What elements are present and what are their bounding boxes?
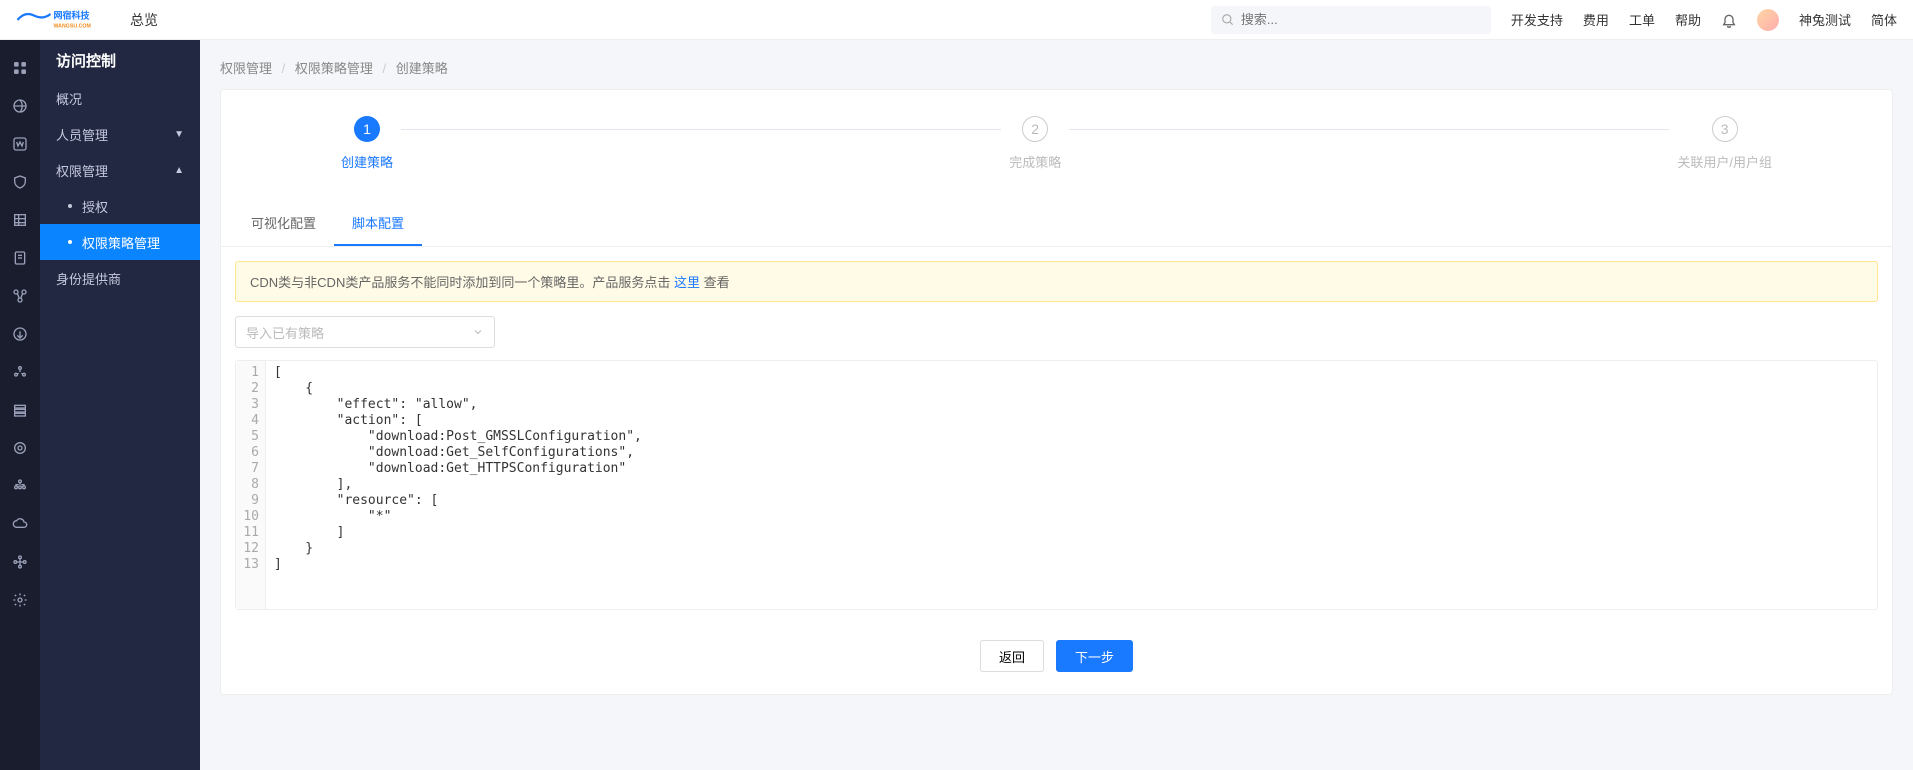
breadcrumb-sep: /	[383, 61, 387, 76]
rail-icon-doc[interactable]	[0, 240, 40, 276]
tab-script[interactable]: 脚本配置	[334, 201, 422, 246]
step-line	[1069, 129, 1669, 130]
step-circle: 2	[1022, 116, 1048, 142]
brand-text-main: 网宿科技	[54, 9, 91, 20]
sidebar-item-label: 授权	[82, 197, 108, 216]
caret-down-icon: ▼	[174, 129, 184, 140]
step-circle: 3	[1712, 116, 1738, 142]
select-placeholder: 导入已有策略	[246, 323, 324, 342]
alert-text-pre: CDN类与非CDN类产品服务不能同时添加到同一个策略里。产品服务点击	[250, 275, 674, 290]
link-fee[interactable]: 费用	[1583, 10, 1609, 29]
search-input[interactable]	[1241, 12, 1481, 27]
breadcrumb: 权限管理 / 权限策略管理 / 创建策略	[200, 40, 1913, 89]
next-button[interactable]: 下一步	[1056, 640, 1133, 672]
button-row: 返回 下一步	[221, 624, 1892, 694]
breadcrumb-a[interactable]: 权限管理	[220, 61, 272, 76]
sidebar-item-label: 身份提供商	[56, 269, 121, 288]
editor-gutter: 12345678910111213	[236, 361, 266, 609]
step-label: 关联用户/用户组	[1677, 152, 1772, 171]
sidebar-sub-policy[interactable]: 权限策略管理	[40, 224, 200, 260]
bell-icon[interactable]	[1721, 12, 1737, 28]
sidebar-item-label: 权限策略管理	[82, 233, 160, 252]
back-button[interactable]: 返回	[980, 640, 1044, 672]
sidebar: 访问控制 概况 人员管理 ▼ 权限管理 ▲ 授权 权限策略管理 身份提供商	[40, 40, 200, 770]
breadcrumb-c: 创建策略	[396, 61, 448, 76]
icon-rail	[0, 40, 40, 770]
nav-overview[interactable]: 总览	[130, 10, 158, 30]
rail-icon-list[interactable]	[0, 392, 40, 428]
caret-up-icon: ▲	[174, 165, 184, 176]
rail-icon-tree[interactable]	[0, 468, 40, 504]
step-circle: 1	[354, 116, 380, 142]
sidebar-item-label: 权限管理	[56, 161, 108, 180]
rail-icon-grid[interactable]	[0, 202, 40, 238]
rail-icon-shield[interactable]	[0, 164, 40, 200]
search-box[interactable]	[1211, 6, 1491, 34]
alert-banner: CDN类与非CDN类产品服务不能同时添加到同一个策略里。产品服务点击 这里 查看	[235, 261, 1878, 302]
sidebar-item-personnel[interactable]: 人员管理 ▼	[40, 116, 200, 152]
link-help[interactable]: 帮助	[1675, 10, 1701, 29]
user-avatar[interactable]	[1757, 9, 1779, 31]
main-content: 权限管理 / 权限策略管理 / 创建策略 1 创建策略 2 完成策略 3	[200, 40, 1913, 770]
tabs: 可视化配置 脚本配置	[221, 201, 1892, 247]
rail-icon-cluster[interactable]	[0, 354, 40, 390]
step-1: 1 创建策略	[341, 116, 393, 171]
steps: 1 创建策略 2 完成策略 3 关联用户/用户组	[221, 90, 1892, 201]
step-line	[401, 129, 1001, 130]
lang-selector[interactable]: 简体	[1871, 10, 1897, 29]
rail-icon-globe[interactable]	[0, 88, 40, 124]
alert-link[interactable]: 这里	[674, 275, 700, 290]
editor-code[interactable]: [ { "effect": "allow", "action": [ "down…	[266, 361, 1877, 609]
header-links: 开发支持 费用 工单 帮助 神兔测试 简体	[1511, 9, 1897, 31]
sidebar-item-identity[interactable]: 身份提供商	[40, 260, 200, 296]
import-policy-select[interactable]: 导入已有策略	[235, 316, 495, 348]
sidebar-sub-auth[interactable]: 授权	[40, 188, 200, 224]
rail-icon-w[interactable]	[0, 126, 40, 162]
sidebar-item-overview[interactable]: 概况	[40, 80, 200, 116]
breadcrumb-sep: /	[282, 61, 286, 76]
rail-icon-settings[interactable]	[0, 582, 40, 618]
step-label: 完成策略	[1009, 152, 1061, 171]
chevron-down-icon	[472, 326, 484, 338]
search-icon	[1221, 13, 1235, 27]
link-dev-support[interactable]: 开发支持	[1511, 10, 1563, 29]
sidebar-item-permission[interactable]: 权限管理 ▲	[40, 152, 200, 188]
user-name[interactable]: 神兔测试	[1799, 10, 1851, 29]
select-row: 导入已有策略	[221, 316, 1892, 360]
brand-logo[interactable]: 网宿科技 WANGSU.COM	[16, 8, 106, 32]
alert-text-post: 查看	[700, 275, 730, 290]
rail-icon-net[interactable]	[0, 544, 40, 580]
sidebar-title: 访问控制	[40, 40, 200, 80]
sidebar-item-label: 概况	[56, 89, 82, 108]
tab-visual[interactable]: 可视化配置	[233, 201, 334, 246]
step-label: 创建策略	[341, 152, 393, 171]
rail-icon-nodes[interactable]	[0, 278, 40, 314]
link-ticket[interactable]: 工单	[1629, 10, 1655, 29]
step-2: 2 完成策略	[1009, 116, 1061, 171]
rail-icon-cloud[interactable]	[0, 506, 40, 542]
rail-icon-apps[interactable]	[0, 50, 40, 86]
sidebar-item-label: 人员管理	[56, 125, 108, 144]
brand-text-sub: WANGSU.COM	[54, 23, 92, 29]
code-editor[interactable]: 12345678910111213 [ { "effect": "allow",…	[235, 360, 1878, 610]
step-3: 3 关联用户/用户组	[1677, 116, 1772, 171]
rail-icon-arrow[interactable]	[0, 316, 40, 352]
top-header: 网宿科技 WANGSU.COM 总览 开发支持 费用 工单 帮助 神兔测试 简体	[0, 0, 1913, 40]
breadcrumb-b[interactable]: 权限策略管理	[295, 61, 373, 76]
content-card: 1 创建策略 2 完成策略 3 关联用户/用户组 可视化配置 脚本配置	[220, 89, 1893, 695]
rail-icon-target[interactable]	[0, 430, 40, 466]
bullet-icon	[68, 204, 72, 208]
bullet-icon	[68, 240, 72, 244]
